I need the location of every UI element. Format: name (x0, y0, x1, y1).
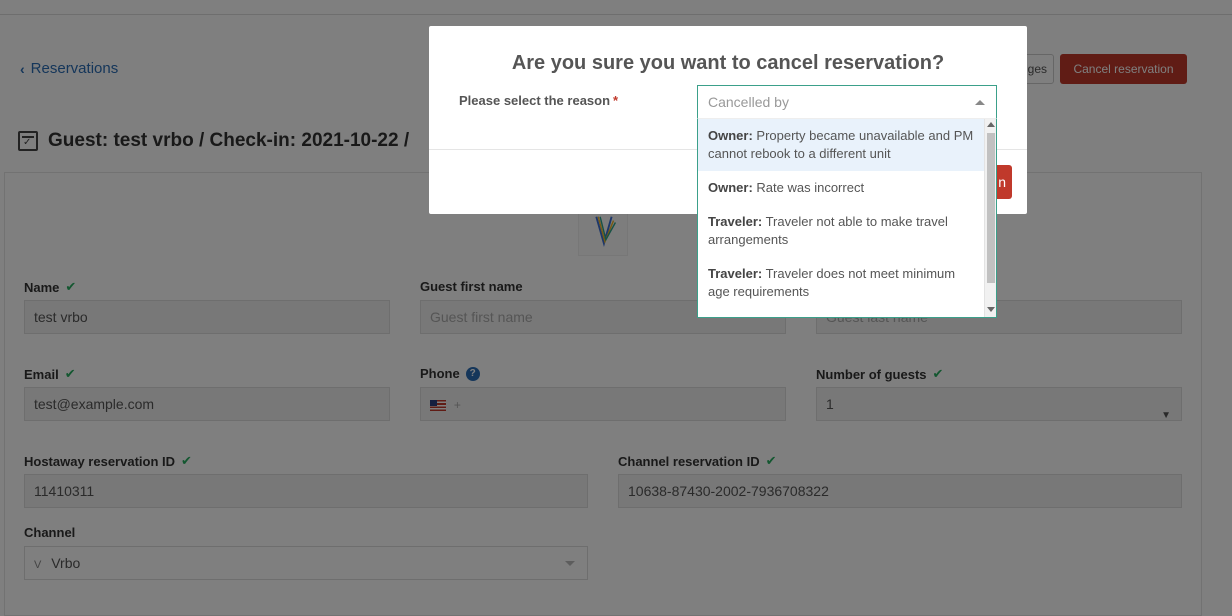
reason-option[interactable]: Traveler: Traveler not able to make trav… (698, 205, 984, 257)
modal-title: Are you sure you want to cancel reservat… (429, 52, 1027, 75)
scroll-up-arrow-icon[interactable] (987, 122, 995, 127)
reason-option-prefix: Traveler: (708, 266, 762, 281)
reason-label-text: Please select the reason (459, 93, 610, 108)
reason-option-prefix: Owner: (708, 128, 753, 143)
cancel-reason-placeholder: Cancelled by (708, 94, 789, 110)
reason-option[interactable]: Owner: Rate was incorrect (698, 171, 984, 205)
cancel-reason-dropdown: Owner: Property became unavailable and P… (697, 119, 997, 318)
required-mark: * (613, 93, 618, 108)
reason-option-prefix: Traveler: (708, 214, 762, 229)
reason-label: Please select the reason* (459, 93, 618, 108)
scroll-down-arrow-icon[interactable] (987, 307, 995, 312)
dropdown-scrollbar[interactable] (984, 119, 996, 318)
cancel-reason-select[interactable]: Cancelled by (697, 85, 997, 119)
reason-option[interactable]: Owner: Property became unavailable and P… (698, 119, 984, 171)
scroll-thumb[interactable] (987, 133, 995, 283)
reason-option[interactable]: Traveler: Traveler does not meet minimum… (698, 257, 984, 309)
reason-option-text: Rate was incorrect (753, 180, 864, 195)
reason-option-prefix: Owner: (708, 180, 753, 195)
caret-up-icon (975, 100, 985, 105)
